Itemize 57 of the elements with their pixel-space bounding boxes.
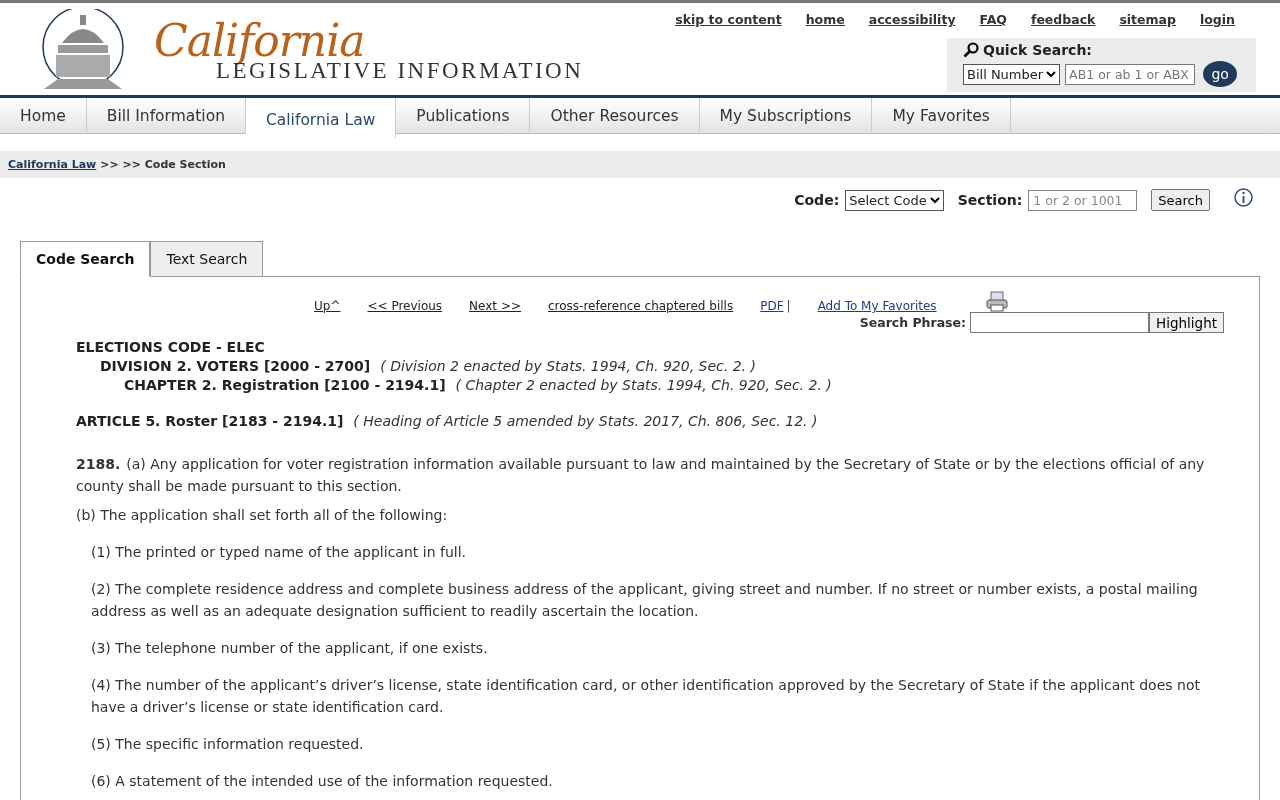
utility-link[interactable]: skip to content (675, 12, 782, 27)
heading-title: ELECTIONS CODE - ELEC (76, 339, 265, 355)
section-paragraph: (3) The telephone number of the applicant, if one exists. (91, 639, 489, 658)
nav-tab[interactable]: Publications (396, 98, 531, 134)
nav-tab[interactable]: California Law (246, 98, 397, 138)
section-paragraph: (1) The printed or typed name of the applicant in full. (91, 543, 467, 562)
search-button[interactable]: Search (1151, 189, 1210, 211)
heading-note: ( Chapter 2 enacted by Stats. 1994, Ch. 920, Sec. 2. ) (455, 377, 832, 393)
utility-link[interactable]: FAQ (979, 12, 1007, 27)
section-paragraph: (6) A statement of the intended use of the information requested. (91, 772, 554, 791)
bill-type-select[interactable]: Bill Number (963, 63, 1061, 85)
go-button[interactable]: go (1203, 61, 1238, 87)
utility-link[interactable]: accessibility (868, 12, 956, 27)
code-select[interactable]: Select Code (845, 189, 944, 211)
utility-link[interactable]: sitemap (1119, 12, 1176, 27)
section-paragraph: (5) The specific information requested. (91, 735, 365, 754)
nav-tab[interactable]: Bill Information (86, 98, 246, 134)
chevron-down-icon (1046, 70, 1057, 78)
document-link[interactable]: Next >> (469, 299, 521, 313)
heading-title: CHAPTER 2. Registration [2100 - 2194.1] (124, 377, 446, 393)
nav-tab[interactable]: My Favorites (872, 98, 1011, 134)
document-link[interactable]: << Previous (367, 299, 443, 313)
nav-tab[interactable]: Home (0, 98, 87, 134)
search-phrase-field[interactable] (970, 312, 1150, 333)
section-paragraph: (2) The complete residence address and complete business address of the applicant, giving street and number. If no street or number exists, a postal mailing address as well as an adequate designation sufficient to readily ascertain the location. (91, 580, 1199, 621)
chevron-down-icon (929, 196, 940, 204)
section-paragraph: 2188. (a) Any application for voter registration information available pursuant to law and maintained by the Secretary of State or by the elections official of any county shall be made pursuant to this section. (76, 455, 1206, 496)
search-phrase-label: Search Phrase: (859, 315, 967, 330)
highlight-button[interactable]: Highlight (1149, 312, 1224, 333)
nav-tab[interactable]: Other Resources (530, 98, 700, 134)
search-tab[interactable]: Text Search (150, 241, 264, 277)
article-note: ( Heading of Article 5 amended by Stats. 2017, Ch. 806, Sec. 12. ) (353, 413, 818, 429)
printer-icon[interactable] (985, 291, 1008, 313)
utility-link[interactable]: feedback (1030, 12, 1096, 27)
search-tab[interactable]: Code Search (20, 241, 151, 277)
section-label: Section: (957, 192, 1023, 208)
document-link[interactable]: cross-reference chaptered bills (548, 299, 734, 313)
info-icon[interactable] (1234, 187, 1253, 207)
document-link[interactable]: Add To My Favorites (817, 299, 937, 313)
section-paragraph: (b) The application shall set forth all of the following: (76, 506, 449, 525)
section-paragraph: (4) The number of the applicant’s driver’s license, state identification card, or other identification approved by the Secretary of State if the applicant does not have a driver’s license or state identification card. (91, 676, 1201, 717)
heading-title: DIVISION 2. VOTERS [2000 - 2700] (100, 358, 371, 374)
bill-number-field[interactable]: AB1 or ab 1 or ABX (1065, 63, 1196, 85)
code-label: Code: (794, 192, 840, 208)
utility-link[interactable]: home (805, 12, 845, 27)
document-link[interactable]: PDF (760, 299, 784, 313)
article-title: ARTICLE 5. Roster [2183 - 2194.1] (76, 413, 344, 429)
link-separator: | (786, 299, 791, 313)
document-link[interactable]: Up^ (314, 299, 341, 313)
breadcrumb-link[interactable]: California Law (8, 158, 97, 171)
nav-tab[interactable]: My Subscriptions (699, 98, 873, 134)
breadcrumb-text: >> >> Code Section (100, 158, 226, 171)
heading-note: ( Division 2 enacted by Stats. 1994, Ch. 920, Sec. 2. ) (380, 358, 756, 374)
section-field[interactable]: 1 or 2 or 1001 (1028, 189, 1138, 211)
utility-link[interactable]: login (1200, 12, 1235, 27)
quick-search-title: Quick Search: (983, 42, 1092, 58)
search-icon (963, 42, 979, 58)
